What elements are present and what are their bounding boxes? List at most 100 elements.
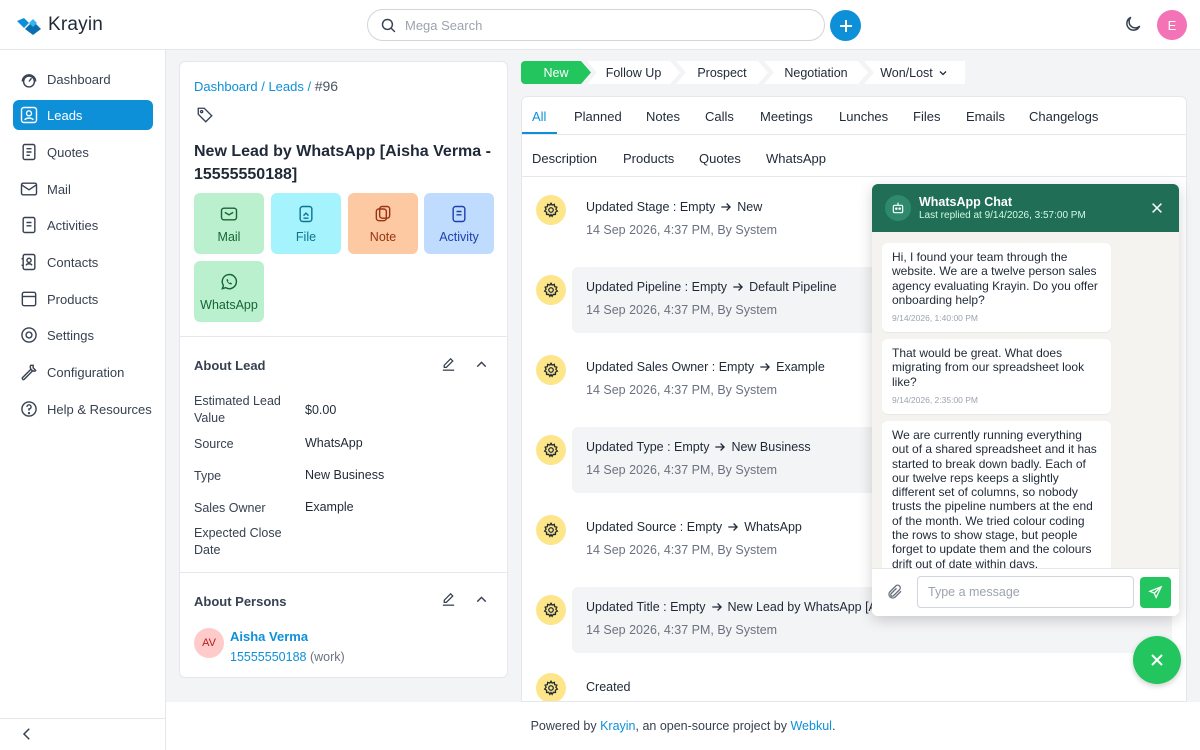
stage-follow-up[interactable]: Follow Up bbox=[587, 61, 680, 84]
message-input[interactable] bbox=[917, 576, 1134, 608]
tab-planned[interactable]: Planned bbox=[574, 109, 622, 124]
settings-icon bbox=[21, 327, 37, 343]
sidebar-item-leads[interactable]: Leads bbox=[13, 100, 153, 130]
file-action-button[interactable]: File bbox=[271, 193, 341, 254]
mega-search[interactable] bbox=[367, 9, 825, 41]
sidebar-item-dashboard[interactable]: Dashboard bbox=[13, 64, 153, 94]
tab-quotes[interactable]: Quotes bbox=[699, 151, 741, 166]
dashboard-icon bbox=[21, 74, 37, 88]
tab-all[interactable]: All bbox=[532, 109, 546, 124]
footer-webkul-link[interactable]: Webkul bbox=[790, 719, 831, 733]
footer-krayin-link[interactable]: Krayin bbox=[600, 719, 635, 733]
whatsapp-action-button[interactable]: WhatsApp bbox=[194, 261, 264, 322]
person-phone: 15555550188 (work) bbox=[230, 650, 345, 664]
note-action-button[interactable]: Note bbox=[348, 193, 418, 254]
sidebar-item-products[interactable]: Products bbox=[13, 284, 153, 314]
edit-icon[interactable] bbox=[440, 591, 457, 608]
send-button[interactable] bbox=[1140, 577, 1171, 608]
user-avatar[interactable]: E bbox=[1157, 10, 1187, 40]
stage-won-lost[interactable]: Won/Lost bbox=[864, 61, 965, 84]
sidebar-item-activities[interactable]: Activities bbox=[13, 210, 153, 240]
stage-prospect[interactable]: Prospect bbox=[676, 61, 768, 84]
event-title: Updated Sales Owner : Empty Example bbox=[586, 360, 825, 374]
chat-last-replied: Last replied at 9/14/2026, 3:57:00 PM bbox=[919, 210, 1086, 221]
arrow-right-icon bbox=[733, 283, 744, 291]
tab-meetings[interactable]: Meetings bbox=[760, 109, 813, 124]
sidebar-item-mail[interactable]: Mail bbox=[13, 174, 153, 204]
sidebar-collapse-button[interactable] bbox=[18, 725, 36, 746]
tab-calls[interactable]: Calls bbox=[705, 109, 734, 124]
sidebar-item-configuration[interactable]: Configuration bbox=[13, 357, 153, 387]
sidebar-item-label: Mail bbox=[47, 181, 71, 197]
attach-button[interactable] bbox=[886, 583, 904, 604]
activities-icon bbox=[22, 216, 36, 234]
chevron-up-icon[interactable] bbox=[473, 591, 490, 608]
chevron-left-icon bbox=[22, 728, 30, 740]
message-time: 9/14/2026, 1:40:00 PM bbox=[892, 313, 979, 324]
activity-action-button[interactable]: Activity bbox=[424, 193, 494, 254]
tab-description[interactable]: Description bbox=[532, 151, 597, 166]
gear-icon bbox=[543, 282, 559, 298]
field-value: WhatsApp bbox=[305, 436, 363, 450]
chat-close-button[interactable] bbox=[1150, 201, 1164, 218]
tag-button[interactable] bbox=[196, 106, 214, 127]
tab-notes[interactable]: Notes bbox=[646, 109, 680, 124]
stage-negotiation[interactable]: Negotiation bbox=[764, 61, 868, 84]
gear-icon bbox=[543, 680, 559, 696]
whatsapp-icon bbox=[221, 273, 238, 290]
field-label: Type bbox=[194, 469, 222, 483]
event-icon bbox=[536, 275, 566, 305]
close-icon bbox=[1151, 654, 1163, 666]
breadcrumb-separator: / bbox=[257, 79, 269, 94]
dark-mode-toggle[interactable] bbox=[1123, 14, 1143, 37]
breadcrumb-leads[interactable]: Leads bbox=[268, 79, 303, 94]
action-label: WhatsApp bbox=[200, 297, 258, 312]
stage-label: Won/Lost bbox=[880, 65, 933, 80]
sidebar-item-label: Quotes bbox=[47, 144, 89, 160]
event-change: Updated Type : Empty bbox=[586, 440, 710, 454]
gear-icon bbox=[543, 362, 559, 378]
sidebar-item-contacts[interactable]: Contacts bbox=[13, 247, 153, 277]
tab-files[interactable]: Files bbox=[913, 109, 940, 124]
tab-products[interactable]: Products bbox=[623, 151, 674, 166]
tag-icon bbox=[197, 107, 213, 123]
tab-changelogs[interactable]: Changelogs bbox=[1029, 109, 1098, 124]
breadcrumb-dashboard[interactable]: Dashboard bbox=[194, 79, 258, 94]
sidebar-item-label: Settings bbox=[47, 327, 94, 343]
tab-emails[interactable]: Emails bbox=[966, 109, 1005, 124]
chat-message: That would be great. What does migrating… bbox=[882, 339, 1111, 415]
event-card: Created bbox=[572, 667, 1172, 701]
chat-title: WhatsApp Chat bbox=[919, 195, 1013, 209]
sidebar-item-label: Contacts bbox=[47, 254, 99, 270]
sidebar-item-label: Dashboard bbox=[47, 71, 111, 87]
krayin-logo[interactable]: Krayin bbox=[16, 14, 103, 36]
lead-detail-panel: Dashboard / Leads / #96 New Lead by What… bbox=[179, 61, 508, 678]
chat-avatar bbox=[885, 195, 911, 221]
close-icon bbox=[1152, 203, 1162, 213]
chevron-up-icon[interactable] bbox=[473, 356, 490, 373]
quick-create-button[interactable] bbox=[830, 10, 861, 41]
gear-icon bbox=[543, 522, 559, 538]
gear-icon bbox=[543, 202, 559, 218]
event-new-value: New Business bbox=[731, 440, 811, 454]
krayin-logo-icon bbox=[17, 18, 41, 35]
search-input[interactable] bbox=[405, 17, 785, 33]
sidebar-item-quotes[interactable]: Quotes bbox=[13, 137, 153, 167]
person-name-link[interactable]: Aisha Verma bbox=[230, 629, 308, 644]
arrow-right-icon bbox=[728, 523, 739, 531]
stage-new[interactable]: New bbox=[521, 61, 591, 84]
quotes-icon bbox=[22, 143, 36, 161]
tab-whatsapp[interactable]: WhatsApp bbox=[766, 151, 826, 166]
about-persons-title: About Persons bbox=[194, 594, 287, 609]
edit-icon[interactable] bbox=[440, 356, 457, 373]
tab-lunches[interactable]: Lunches bbox=[839, 109, 888, 124]
event-icon bbox=[536, 435, 566, 465]
whatsapp-chat-toggle-button[interactable] bbox=[1133, 636, 1181, 684]
mail-action-button[interactable]: Mail bbox=[194, 193, 264, 254]
chat-messages[interactable]: Hi, I found your team through the websit… bbox=[872, 232, 1179, 568]
person-phone-link[interactable]: 15555550188 bbox=[230, 650, 306, 664]
sidebar-item-help[interactable]: Help & Resources bbox=[13, 394, 153, 424]
contacts-icon bbox=[21, 253, 36, 271]
sidebar-item-settings[interactable]: Settings bbox=[13, 320, 153, 350]
field-label: Expected Close Date bbox=[194, 526, 282, 557]
